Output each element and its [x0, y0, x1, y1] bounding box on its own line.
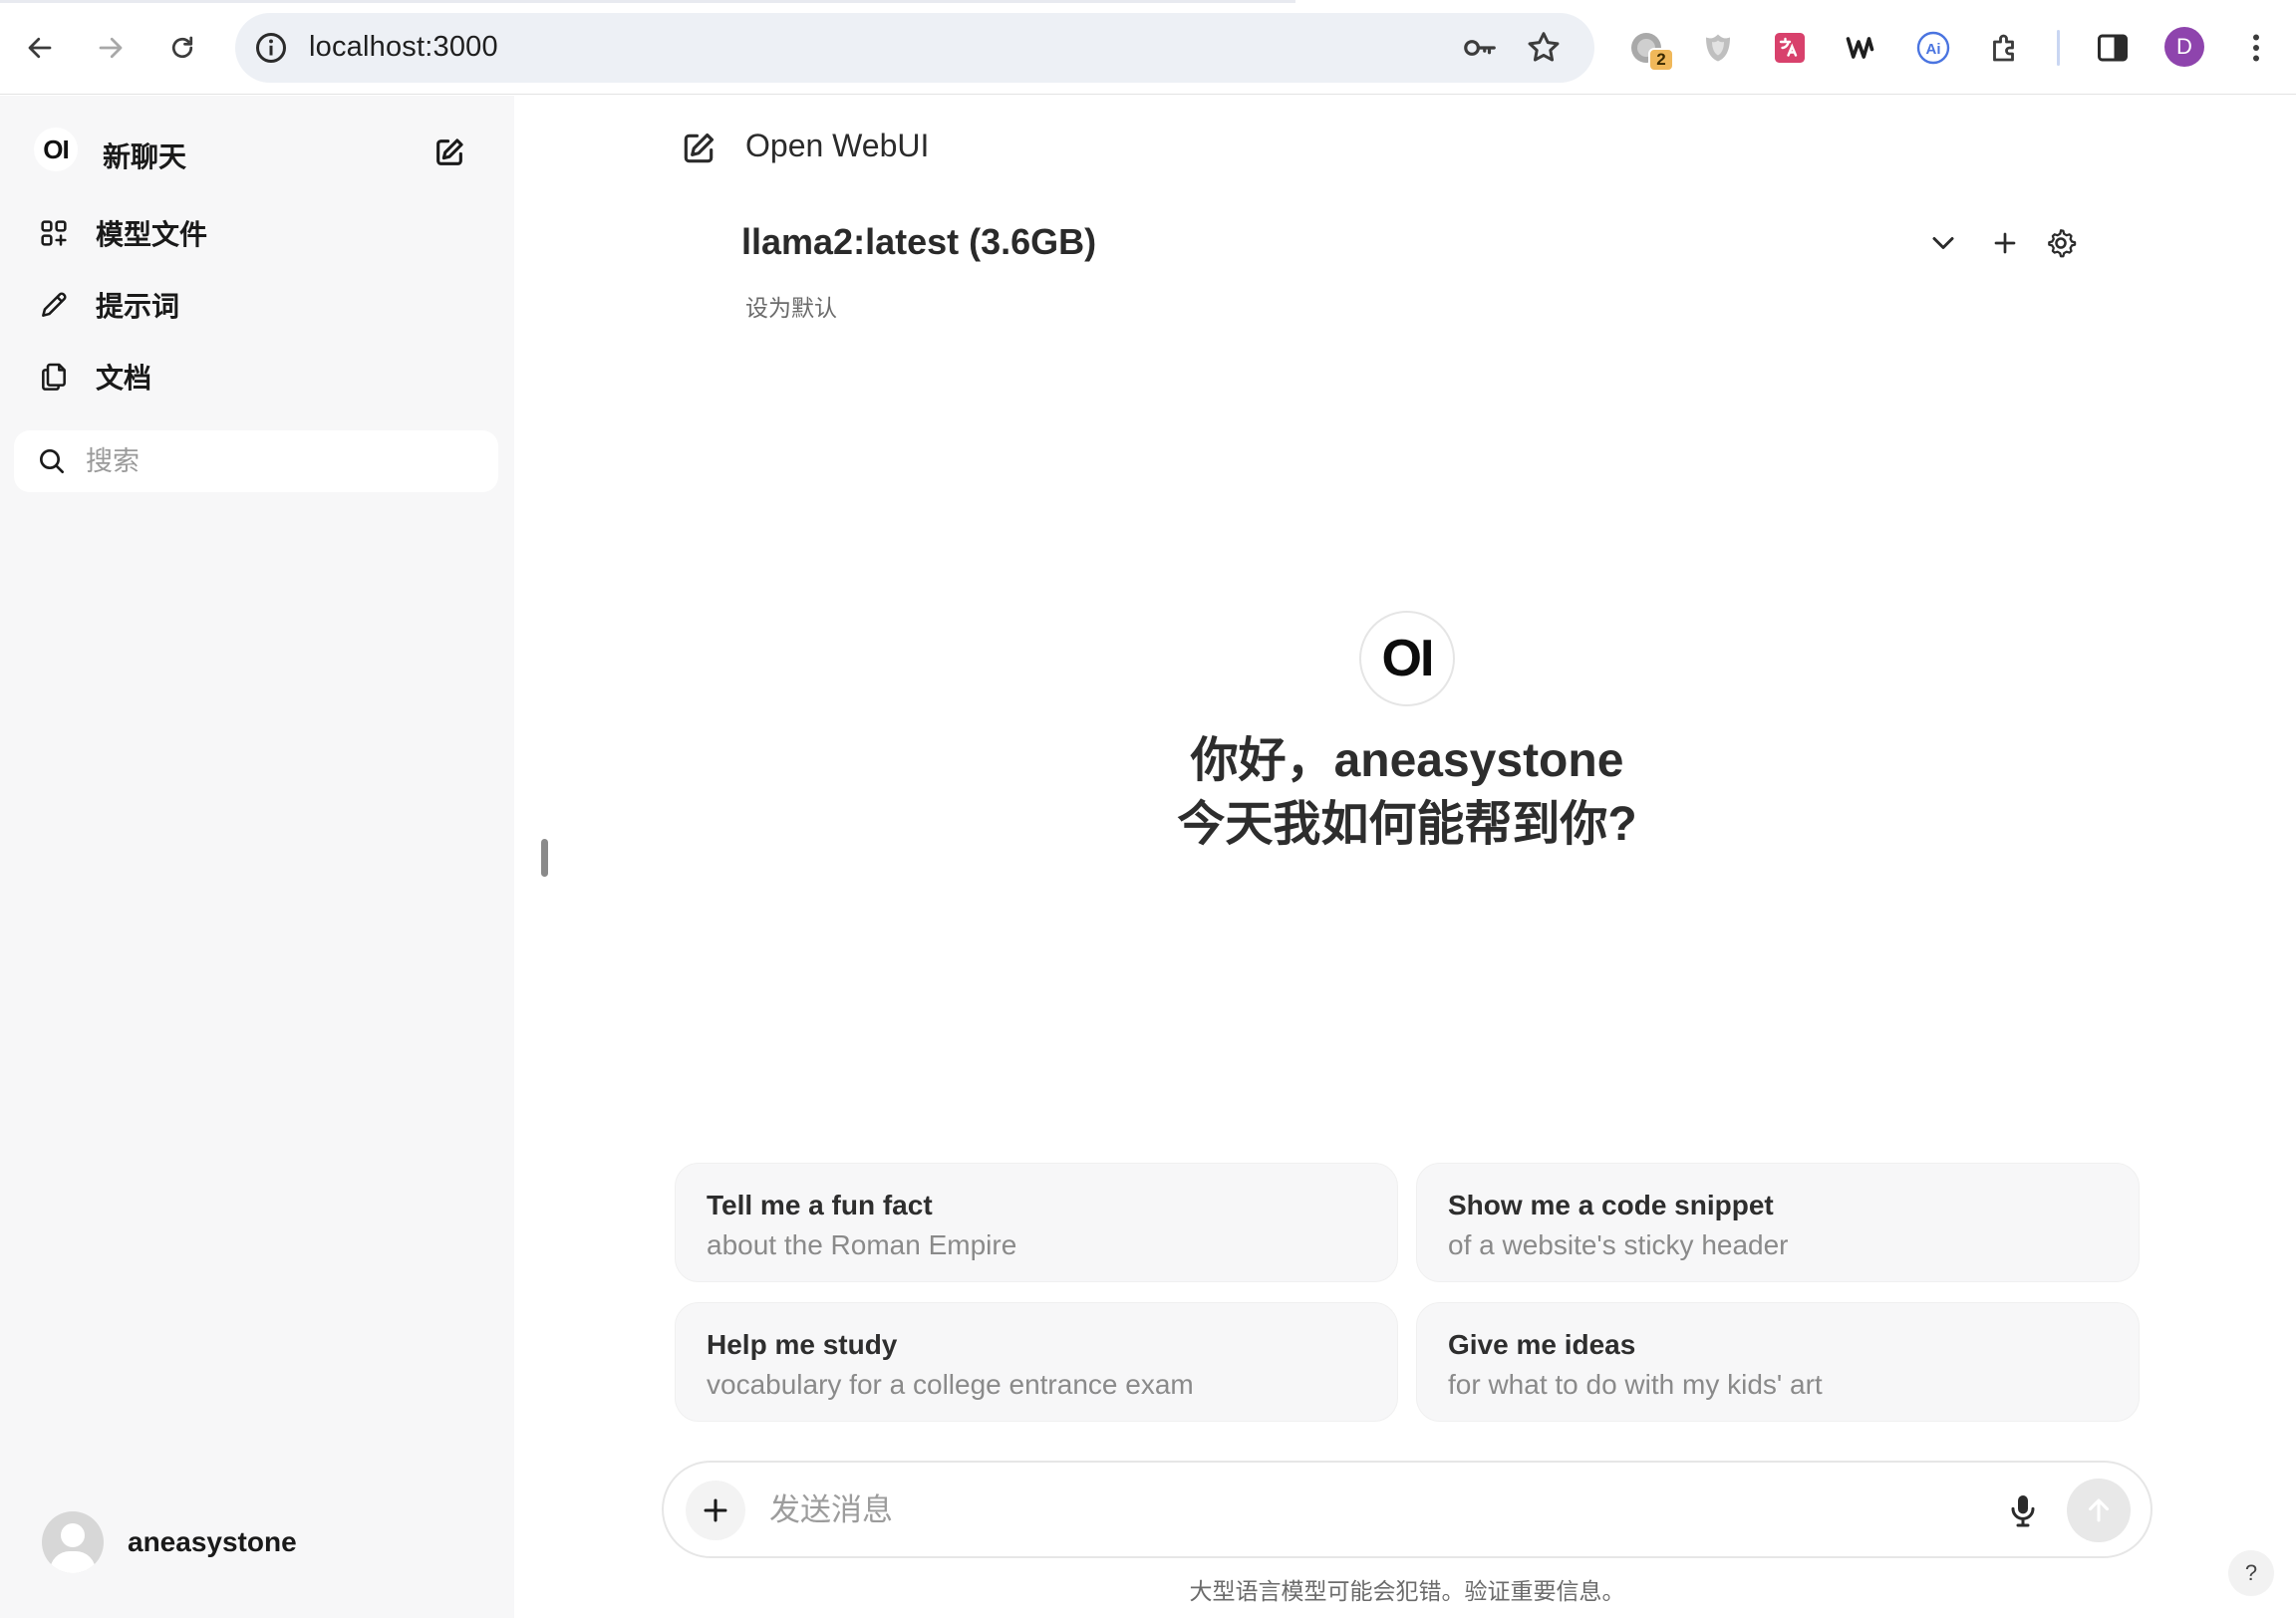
sidebar-toggle-handle[interactable] [541, 839, 548, 877]
sidebar: OI 新聊天 模型文件 提示词 文档 aneasystone [0, 96, 514, 1618]
arrow-up-icon [2088, 1498, 2110, 1522]
sidebar-item-label: 文档 [96, 363, 152, 394]
toolbar-separator [2057, 30, 2060, 66]
extension-ai[interactable]: Ai [1913, 28, 1953, 68]
browser-menu-button[interactable] [2236, 28, 2276, 68]
suggestion-subtitle: vocabulary for a college entrance exam [707, 1369, 1194, 1400]
puzzle-icon [1993, 34, 2014, 62]
new-chat-icon[interactable] [680, 130, 718, 167]
profile-avatar[interactable]: D [2164, 27, 2204, 67]
pencil-icon [42, 292, 67, 317]
sidebar-item-label: 模型文件 [96, 219, 208, 250]
suggestion-title: Tell me a fun fact [707, 1190, 933, 1220]
extensions-menu-button[interactable] [1985, 28, 2025, 68]
suggestion-title: Help me study [707, 1329, 898, 1360]
message-composer [662, 1461, 2152, 1558]
hero-logo: OI [1359, 611, 1455, 706]
bookmark-star-icon[interactable] [1525, 29, 1563, 67]
arrow-left-icon [28, 37, 52, 59]
chevron-down-icon[interactable] [1925, 225, 1961, 261]
ai-extension-icon: Ai [1916, 31, 1950, 65]
w-extension-icon [1846, 37, 1874, 59]
suggestion-card[interactable]: Give me ideas for what to do with my kid… [1416, 1302, 2140, 1422]
back-button[interactable] [14, 22, 66, 74]
address-bar[interactable]: localhost:3000 [235, 13, 1594, 83]
set-default-link[interactable]: 设为默认 [745, 289, 837, 323]
send-button[interactable] [2067, 1479, 2131, 1542]
plus-icon [704, 1498, 727, 1522]
user-name: aneasystone [128, 1526, 297, 1557]
extension-badge: 2 [1648, 48, 1674, 72]
message-input[interactable] [769, 1484, 1945, 1536]
sidebar-item-modelfiles[interactable]: 模型文件 [30, 205, 488, 261]
greeting-line-2: 今天我如何能帮到你? [1177, 798, 1637, 851]
suggestion-subtitle: for what to do with my kids' art [1448, 1369, 1823, 1400]
side-panel-icon [2098, 34, 2128, 62]
translate-icon [1775, 33, 1805, 63]
chat-search[interactable] [14, 430, 498, 492]
suggestion-title: Show me a code snippet [1448, 1190, 1774, 1220]
suggestion-card[interactable]: Tell me a fun fact about the Roman Empir… [675, 1163, 1398, 1282]
sidebar-logo[interactable]: OI [34, 128, 78, 171]
user-menu[interactable]: aneasystone [42, 1510, 460, 1574]
sidebar-item-label: 提示词 [96, 291, 180, 322]
search-icon [40, 449, 64, 473]
gear-icon[interactable] [2043, 225, 2079, 261]
sidebar-item-documents[interactable]: 文档 [30, 349, 488, 404]
extension-w[interactable] [1842, 28, 1881, 68]
attach-button[interactable] [686, 1481, 745, 1540]
suggestion-card[interactable]: Help me study vocabulary for a college e… [675, 1302, 1398, 1422]
page-title: Open WebUI [745, 128, 930, 163]
greeting: 你好，aneasystone 今天我如何能帮到你? [909, 729, 1905, 857]
avatar [42, 1511, 104, 1573]
kebab-menu-icon [2253, 34, 2259, 62]
suggestion-subtitle: of a website's sticky header [1448, 1229, 1789, 1260]
model-selector[interactable]: llama2:latest (3.6GB) [741, 221, 1096, 263]
extension-translate[interactable] [1770, 28, 1810, 68]
microphone-icon[interactable] [2003, 1490, 2043, 1530]
greeting-line-1: 你好，aneasystone [1190, 734, 1624, 787]
arrow-right-icon [99, 37, 123, 59]
disclaimer-text: 大型语言模型可能会犯错。验证重要信息。 [1189, 1578, 1625, 1604]
sidebar-item-prompts[interactable]: 提示词 [30, 277, 488, 333]
reload-icon [171, 36, 193, 59]
svg-text:Ai: Ai [1926, 41, 1941, 58]
shield-extension-icon [1706, 34, 1730, 62]
search-input[interactable] [86, 438, 484, 484]
site-info-icon[interactable] [253, 30, 289, 66]
suggestion-title: Give me ideas [1448, 1329, 1636, 1360]
new-chat-link[interactable]: 新聊天 [103, 135, 186, 175]
page-load-bar [0, 0, 1295, 3]
side-panel-button[interactable] [2093, 28, 2133, 68]
grid-plus-icon [41, 220, 67, 246]
extension-grey-circle[interactable]: 2 [1626, 28, 1674, 72]
new-chat-edit-icon[interactable] [432, 135, 466, 169]
add-model-icon[interactable] [1987, 225, 2023, 261]
suggestion-subtitle: about the Roman Empire [707, 1229, 1017, 1260]
reload-button[interactable] [156, 22, 208, 74]
browser-toolbar: localhost:3000 2 Ai D [0, 0, 2296, 95]
documents-icon [42, 363, 66, 391]
forward-button[interactable] [85, 22, 137, 74]
url-text[interactable]: localhost:3000 [309, 31, 498, 64]
help-button[interactable]: ? [2228, 1550, 2274, 1596]
password-key-icon[interactable] [1461, 29, 1499, 67]
suggestion-card[interactable]: Show me a code snippet of a website's st… [1416, 1163, 2140, 1282]
extension-shield[interactable] [1698, 28, 1738, 68]
